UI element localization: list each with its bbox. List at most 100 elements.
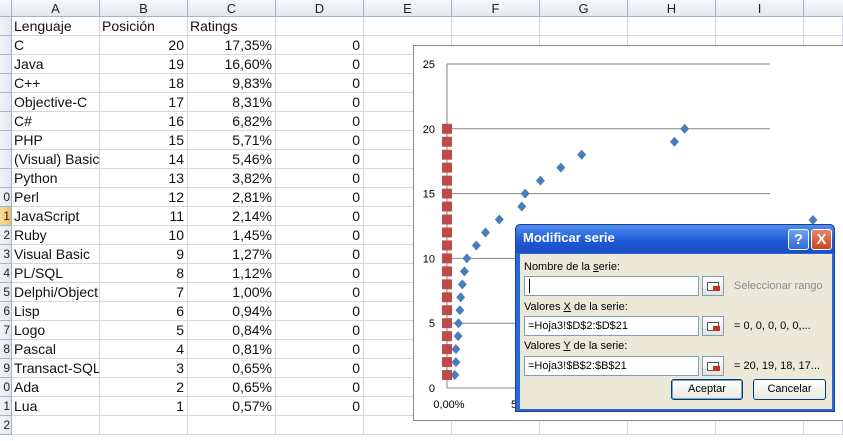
cancel-button[interactable]: Cancelar: [753, 379, 826, 400]
cell[interactable]: 0: [276, 283, 364, 302]
cell[interactable]: 0: [276, 55, 364, 74]
cell[interactable]: 0: [276, 93, 364, 112]
row-header[interactable]: [0, 93, 12, 112]
cell[interactable]: 0,65%: [188, 378, 276, 397]
dialog-titlebar[interactable]: Modificar serie ? X: [516, 225, 834, 253]
cell[interactable]: 1,12%: [188, 264, 276, 283]
cell[interactable]: 0: [276, 359, 364, 378]
row-header[interactable]: [0, 150, 12, 169]
cell[interactable]: (Visual) Basic: [12, 150, 100, 169]
cell[interactable]: 3: [100, 359, 188, 378]
cell[interactable]: 20: [100, 36, 188, 55]
help-button[interactable]: ?: [788, 229, 809, 250]
column-header-e[interactable]: E: [364, 0, 452, 17]
cell[interactable]: 6,82%: [188, 112, 276, 131]
y-values-range-button[interactable]: [702, 356, 724, 376]
column-header-b[interactable]: B: [100, 0, 188, 17]
close-button[interactable]: X: [811, 229, 832, 250]
cell[interactable]: 9,83%: [188, 74, 276, 93]
row-header[interactable]: 6: [0, 302, 12, 321]
cell[interactable]: 0: [276, 302, 364, 321]
row-header[interactable]: [0, 112, 12, 131]
row-header[interactable]: 4: [0, 264, 12, 283]
cell[interactable]: Lua: [12, 397, 100, 416]
row-header[interactable]: 5: [0, 283, 12, 302]
row-header[interactable]: 3: [0, 245, 12, 264]
cell[interactable]: 1,45%: [188, 226, 276, 245]
cell[interactable]: 0: [276, 264, 364, 283]
column-header-j[interactable]: [804, 0, 843, 17]
cell[interactable]: 0: [276, 207, 364, 226]
cell[interactable]: 16,60%: [188, 55, 276, 74]
column-header-d[interactable]: D: [276, 0, 364, 17]
cell[interactable]: 0: [276, 131, 364, 150]
row-header[interactable]: 9: [0, 359, 12, 378]
cell[interactable]: Pascal: [12, 340, 100, 359]
cell[interactable]: 17,35%: [188, 36, 276, 55]
series-name-range-button[interactable]: [702, 276, 724, 296]
row-header[interactable]: [0, 74, 12, 93]
row-header[interactable]: 8: [0, 340, 12, 359]
cell[interactable]: 0,84%: [188, 321, 276, 340]
cell[interactable]: 0,81%: [188, 340, 276, 359]
cell[interactable]: Lisp: [12, 302, 100, 321]
cell[interactable]: 4: [100, 340, 188, 359]
cell[interactable]: Perl: [12, 188, 100, 207]
cell[interactable]: 0: [276, 245, 364, 264]
cell[interactable]: [716, 17, 804, 36]
cell[interactable]: 8,31%: [188, 93, 276, 112]
cell[interactable]: 0: [276, 188, 364, 207]
row-header[interactable]: [0, 17, 12, 36]
cell[interactable]: Ruby: [12, 226, 100, 245]
cell[interactable]: 0: [276, 74, 364, 93]
row-header[interactable]: [0, 169, 12, 188]
cell[interactable]: Logo: [12, 321, 100, 340]
cell[interactable]: 3,82%: [188, 169, 276, 188]
cell[interactable]: 1: [100, 397, 188, 416]
column-header-f[interactable]: F: [452, 0, 540, 17]
cell[interactable]: C#: [12, 112, 100, 131]
cell[interactable]: 1,27%: [188, 245, 276, 264]
row-header[interactable]: [0, 36, 12, 55]
series-name-input[interactable]: [524, 276, 699, 296]
column-header-c[interactable]: C: [188, 0, 276, 17]
cell[interactable]: [628, 17, 716, 36]
cell[interactable]: [12, 416, 100, 435]
cell[interactable]: 2,14%: [188, 207, 276, 226]
cell[interactable]: 10: [100, 226, 188, 245]
cell[interactable]: 14: [100, 150, 188, 169]
cell[interactable]: C: [12, 36, 100, 55]
cell[interactable]: C++: [12, 74, 100, 93]
cell[interactable]: 0: [276, 397, 364, 416]
cell[interactable]: 15: [100, 131, 188, 150]
cell[interactable]: 1,00%: [188, 283, 276, 302]
cell[interactable]: 0: [276, 112, 364, 131]
row-header[interactable]: [0, 55, 12, 74]
cell[interactable]: Delphi/Object: [12, 283, 100, 302]
cell[interactable]: Ada: [12, 378, 100, 397]
column-header-g[interactable]: G: [540, 0, 628, 17]
cell[interactable]: Java: [12, 55, 100, 74]
cell[interactable]: 0: [276, 36, 364, 55]
cell[interactable]: 19: [100, 55, 188, 74]
cell[interactable]: 9: [100, 245, 188, 264]
cell[interactable]: Posición: [100, 17, 188, 36]
cell[interactable]: 0: [276, 169, 364, 188]
cell[interactable]: 18: [100, 74, 188, 93]
cell[interactable]: 0,65%: [188, 359, 276, 378]
cell[interactable]: 8: [100, 264, 188, 283]
cell[interactable]: JavaScript: [12, 207, 100, 226]
cell[interactable]: 0,57%: [188, 397, 276, 416]
cell[interactable]: Transact-SQL: [12, 359, 100, 378]
cell[interactable]: 7: [100, 283, 188, 302]
cell[interactable]: 0: [276, 226, 364, 245]
row-header[interactable]: 0: [0, 188, 12, 207]
x-values-range-button[interactable]: [702, 316, 724, 336]
cell[interactable]: 13: [100, 169, 188, 188]
cell[interactable]: 5: [100, 321, 188, 340]
cell[interactable]: Lenguaje: [12, 17, 100, 36]
cell[interactable]: Visual Basic: [12, 245, 100, 264]
y-values-input[interactable]: =Hoja3!$B$2:$B$21: [524, 356, 699, 376]
cell[interactable]: 2,81%: [188, 188, 276, 207]
row-header[interactable]: 7: [0, 321, 12, 340]
